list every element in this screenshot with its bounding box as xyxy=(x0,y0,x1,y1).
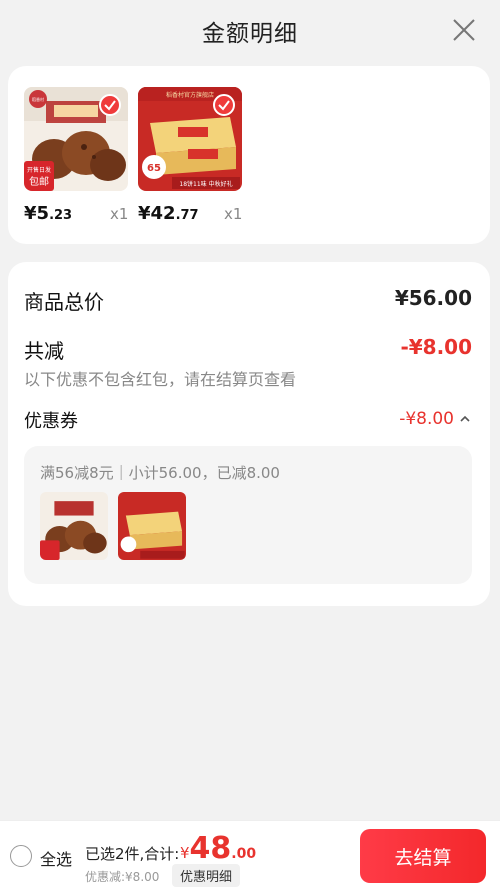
product-item[interactable]: 开售日发 包邮 稻香村 ¥5.23 x1 xyxy=(24,87,128,224)
store-banner-text: 稻香村官方旗舰店 xyxy=(166,91,214,99)
product-image[interactable]: 开售日发 包邮 稻香村 xyxy=(24,87,128,191)
total-amount: ¥48.00 xyxy=(180,831,257,866)
coupon-product-image xyxy=(40,492,108,560)
coupon-toggle[interactable]: -¥8.00 xyxy=(399,409,472,429)
coupon-detail: 满56减8元｜小计56.00，已减8.00 xyxy=(24,446,472,584)
select-all-radio[interactable] xyxy=(10,845,32,867)
product-qty: x1 xyxy=(110,205,129,223)
product-price: ¥5.23 xyxy=(24,203,73,224)
coupon-desc: 满56减8元｜小计56.00，已减8.00 xyxy=(40,464,280,482)
product-card: 开售日发 包邮 稻香村 ¥5.23 x1 稻香村官方旗舰店 65 18饼11味 … xyxy=(8,66,490,244)
product-qty: x1 xyxy=(224,205,243,223)
reduce-value: -¥8.00 xyxy=(400,335,472,359)
coupon-product-image xyxy=(118,492,186,560)
badge-top-text: 开售日发 xyxy=(27,166,51,174)
reduce-label: 共减 xyxy=(24,339,64,363)
select-all-label[interactable]: 全选 xyxy=(40,846,72,870)
checkout-button[interactable]: 去结算 xyxy=(360,829,486,883)
coupon-value: -¥8.00 xyxy=(399,409,454,429)
tag-text: 65 xyxy=(147,163,161,174)
coupon-label: 优惠券 xyxy=(24,411,78,432)
strip-text: 18饼11味 中秋好礼 xyxy=(179,180,232,188)
checkout-bar: 全选 已选2件,合计: ¥48.00 优惠减:¥8.00 优惠明细 去结算 xyxy=(0,820,500,892)
summary-card: 商品总价 ¥56.00 共减 -¥8.00 以下优惠不包含红包，请在结算页查看 … xyxy=(8,262,490,606)
badge-bottom-text: 包邮 xyxy=(29,175,49,188)
product-image[interactable]: 稻香村官方旗舰店 65 18饼11味 中秋好礼 xyxy=(138,87,242,191)
selected-count: 已选2件,合计: xyxy=(85,845,180,863)
discount-summary: 优惠减:¥8.00 xyxy=(85,870,160,884)
sheet-header: 金额明细 xyxy=(0,0,500,62)
sheet-title: 金额明细 xyxy=(202,21,298,47)
chevron-up-icon xyxy=(460,415,470,422)
selected-check-icon[interactable] xyxy=(99,94,121,116)
product-price: ¥42.77 xyxy=(138,203,199,224)
discount-note: 以下优惠不包含红包，请在结算页查看 xyxy=(24,370,297,389)
selected-check-icon[interactable] xyxy=(213,94,235,116)
discount-detail-button[interactable]: 优惠明细 xyxy=(172,864,241,887)
brand-text: 稻香村 xyxy=(32,96,44,102)
close-icon[interactable] xyxy=(450,16,478,44)
total-value: ¥56.00 xyxy=(394,286,472,310)
product-item[interactable]: 稻香村官方旗舰店 65 18饼11味 中秋好礼 ¥42.77 x1 xyxy=(138,87,242,224)
total-label: 商品总价 xyxy=(24,290,104,314)
